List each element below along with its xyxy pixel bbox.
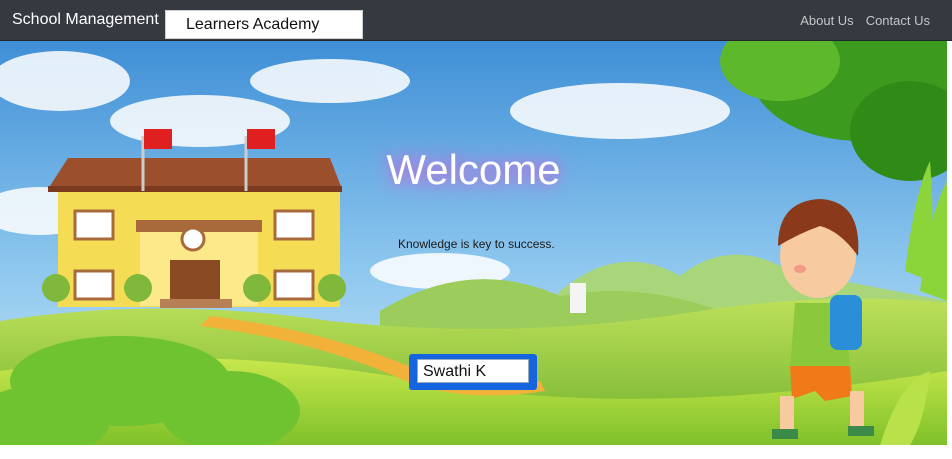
welcome-heading: Welcome (386, 146, 561, 193)
nav-link-about-us[interactable]: About Us (800, 13, 853, 29)
brand-link[interactable]: School Management (12, 10, 159, 30)
user-name-text: Swathi K (417, 359, 529, 383)
nav-link-contact-us[interactable]: Contact Us (866, 13, 930, 29)
hero-banner: Welcome Knowledge is key to success. Swa… (0, 41, 947, 445)
tagline-text: Knowledge is key to success. (398, 237, 555, 251)
academy-name-box: Learners Academy (165, 10, 363, 39)
user-name-badge: Swathi K (409, 354, 537, 390)
top-navbar: School Management Learners Academy About… (0, 0, 952, 41)
nav-links: About Us Contact Us (800, 13, 930, 29)
